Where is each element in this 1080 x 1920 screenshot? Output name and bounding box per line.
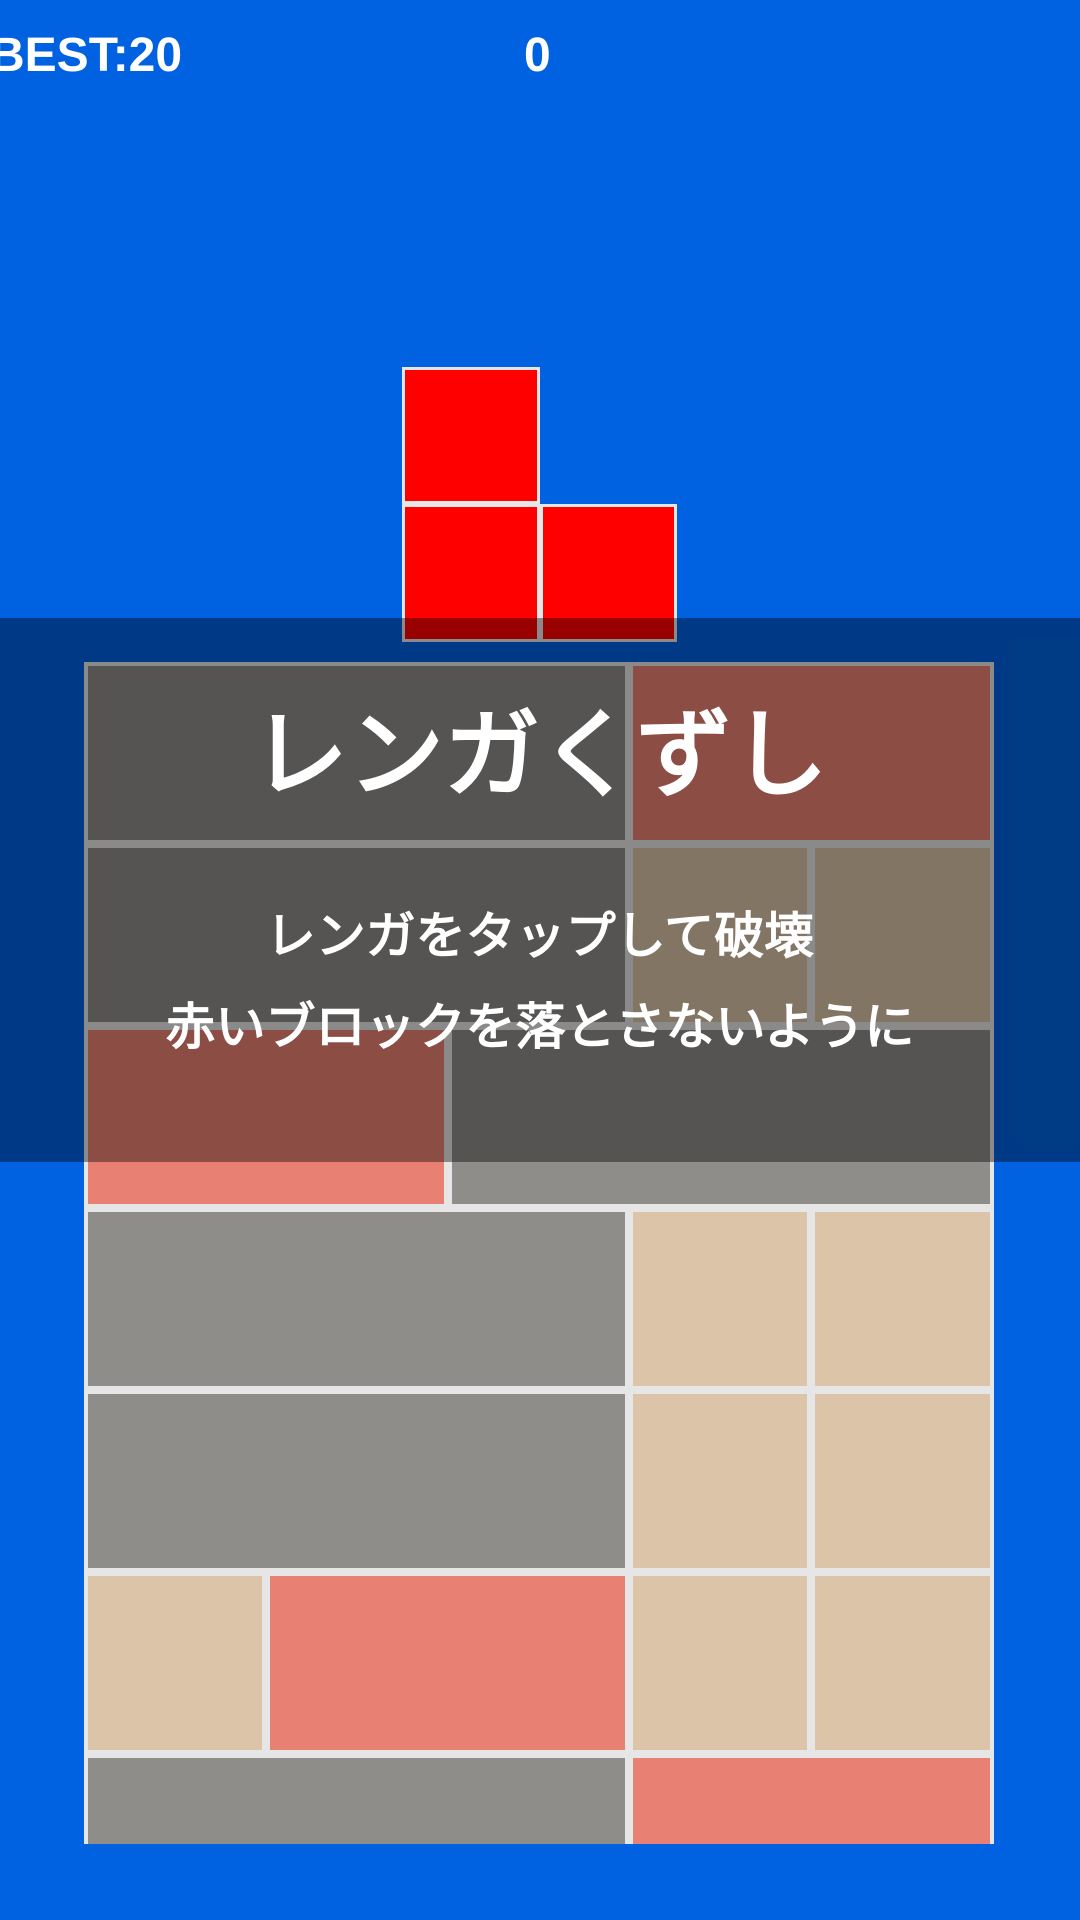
brick[interactable] bbox=[811, 1208, 994, 1390]
current-score: 0 bbox=[524, 29, 551, 82]
brick[interactable] bbox=[629, 1208, 811, 1390]
brick[interactable] bbox=[266, 1572, 629, 1754]
brick[interactable] bbox=[811, 1572, 994, 1754]
brick[interactable] bbox=[84, 1390, 629, 1572]
instruction-warning: 赤いブロックを落とさないように bbox=[165, 998, 915, 1056]
best-score: BEST:20 bbox=[0, 29, 183, 82]
instruction-tap: レンガをタップして破壊 bbox=[265, 907, 815, 965]
brick[interactable] bbox=[629, 1390, 811, 1572]
brick[interactable] bbox=[629, 1572, 811, 1754]
red-block-cell bbox=[402, 367, 540, 504]
game-title: レンガくずし bbox=[252, 699, 828, 811]
brick[interactable] bbox=[811, 1390, 994, 1572]
brick[interactable] bbox=[84, 1572, 266, 1754]
brick[interactable] bbox=[84, 1208, 629, 1390]
bottom-strip bbox=[0, 1844, 1080, 1920]
